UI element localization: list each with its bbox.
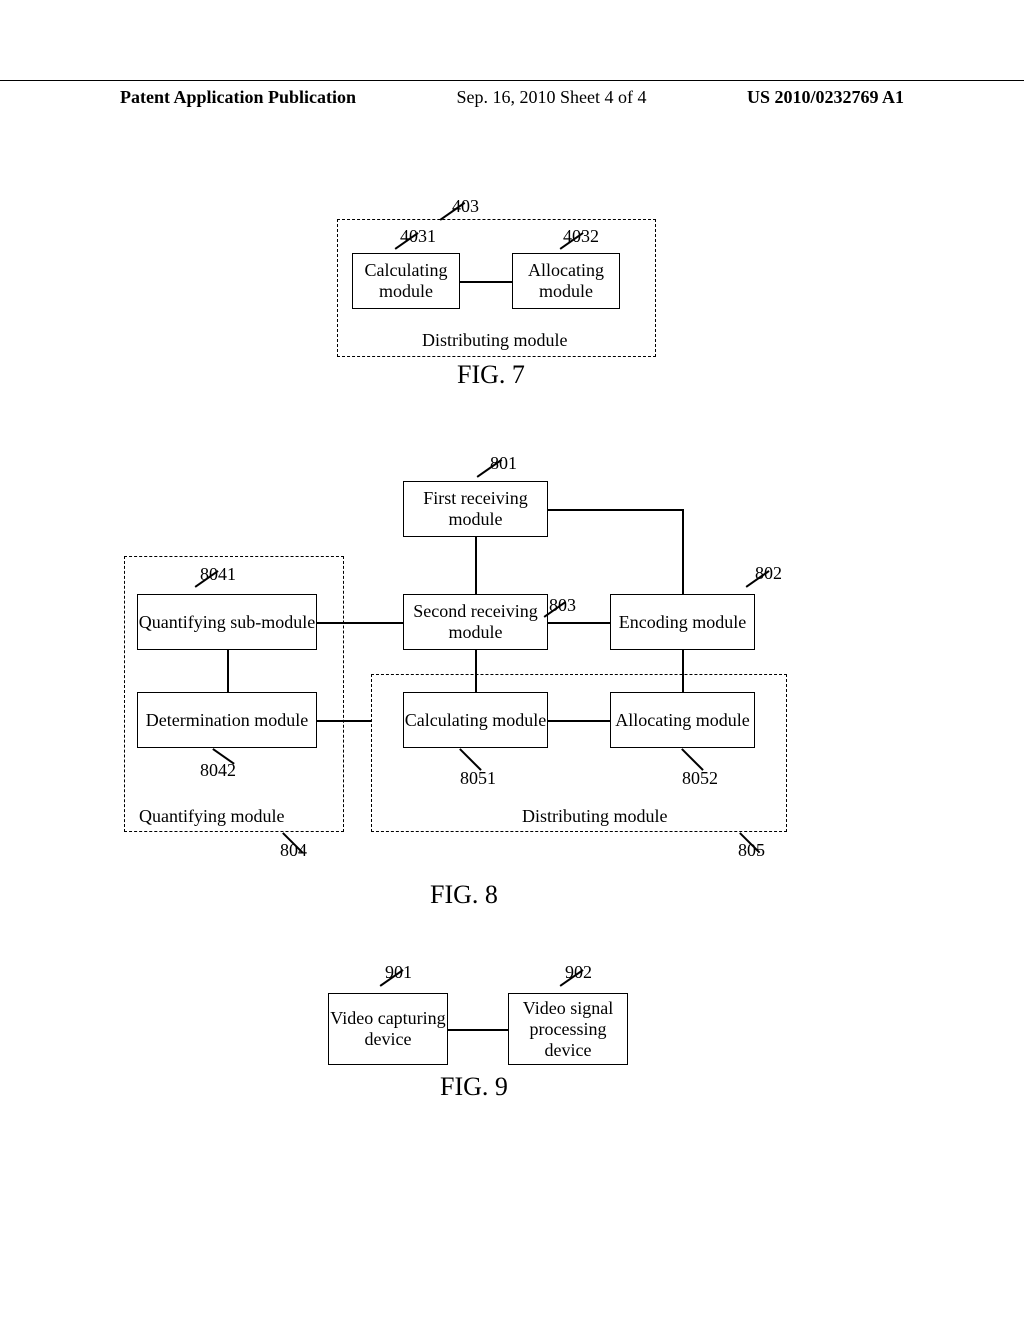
connector-second-enc — [548, 622, 610, 624]
distributing-module-label: Distributing module — [420, 330, 570, 351]
determination-box: Determination module — [137, 692, 317, 748]
allocating-module-label: Allocating module — [513, 260, 619, 302]
connector-first-enc-v — [682, 509, 684, 594]
allocating-module-box: Allocating module — [512, 253, 620, 309]
ref-803: 803 — [549, 595, 576, 616]
quantifying-sub-box: Quantifying sub-module — [137, 594, 317, 650]
second-receiving-box: Second receiving module — [403, 594, 548, 650]
connector-first-second — [475, 537, 477, 594]
ref-4032: 4032 — [563, 226, 599, 247]
fig9-caption: FIG. 9 — [440, 1072, 508, 1102]
first-receiving-label: First receiving module — [404, 488, 547, 530]
quantifying-module-label: Quantifying module — [137, 806, 286, 827]
quantifying-sub-label: Quantifying sub-module — [139, 612, 315, 633]
ref-8041: 8041 — [200, 564, 236, 585]
calculating-module-box: Calculating module — [352, 253, 460, 309]
encoding-label: Encoding module — [619, 612, 746, 633]
ref-4031: 4031 — [400, 226, 436, 247]
page-content: 403 4031 4032 Calculating module Allocat… — [0, 0, 1024, 1320]
ref-8042: 8042 — [200, 760, 236, 781]
connector-vid-cap-proc — [448, 1029, 508, 1031]
allocating-label-fig8: Allocating module — [615, 710, 749, 731]
second-receiving-label: Second receiving module — [404, 601, 547, 643]
connector-second-calc — [475, 650, 477, 692]
ref-8052: 8052 — [682, 768, 718, 789]
connector-first-right — [548, 509, 683, 511]
connector-determ-dist — [317, 720, 371, 722]
fig8-caption: FIG. 8 — [430, 880, 498, 910]
connector-enc-alloc — [682, 650, 684, 692]
video-capturing-label: Video capturing device — [329, 1008, 447, 1050]
video-capturing-box: Video capturing device — [328, 993, 448, 1065]
calculating-module-label: Calculating module — [353, 260, 459, 302]
encoding-box: Encoding module — [610, 594, 755, 650]
connector-calc-alloc-fig8 — [548, 720, 610, 722]
ref-802: 802 — [755, 563, 782, 584]
connector-calc-alloc — [460, 281, 512, 283]
connector-qsub-second — [317, 622, 403, 624]
connector-qsub-determ — [227, 650, 229, 692]
determination-label: Determination module — [146, 710, 308, 731]
allocating-box-fig8: Allocating module — [610, 692, 755, 748]
calculating-box-fig8: Calculating module — [403, 692, 548, 748]
video-processing-box: Video signal processing device — [508, 993, 628, 1065]
video-processing-label: Video signal processing device — [509, 998, 627, 1061]
ref-8051: 8051 — [460, 768, 496, 789]
distributing-module-label-fig8: Distributing module — [520, 806, 670, 827]
fig7-caption: FIG. 7 — [457, 360, 525, 390]
first-receiving-box: First receiving module — [403, 481, 548, 537]
calculating-label-fig8: Calculating module — [405, 710, 546, 731]
